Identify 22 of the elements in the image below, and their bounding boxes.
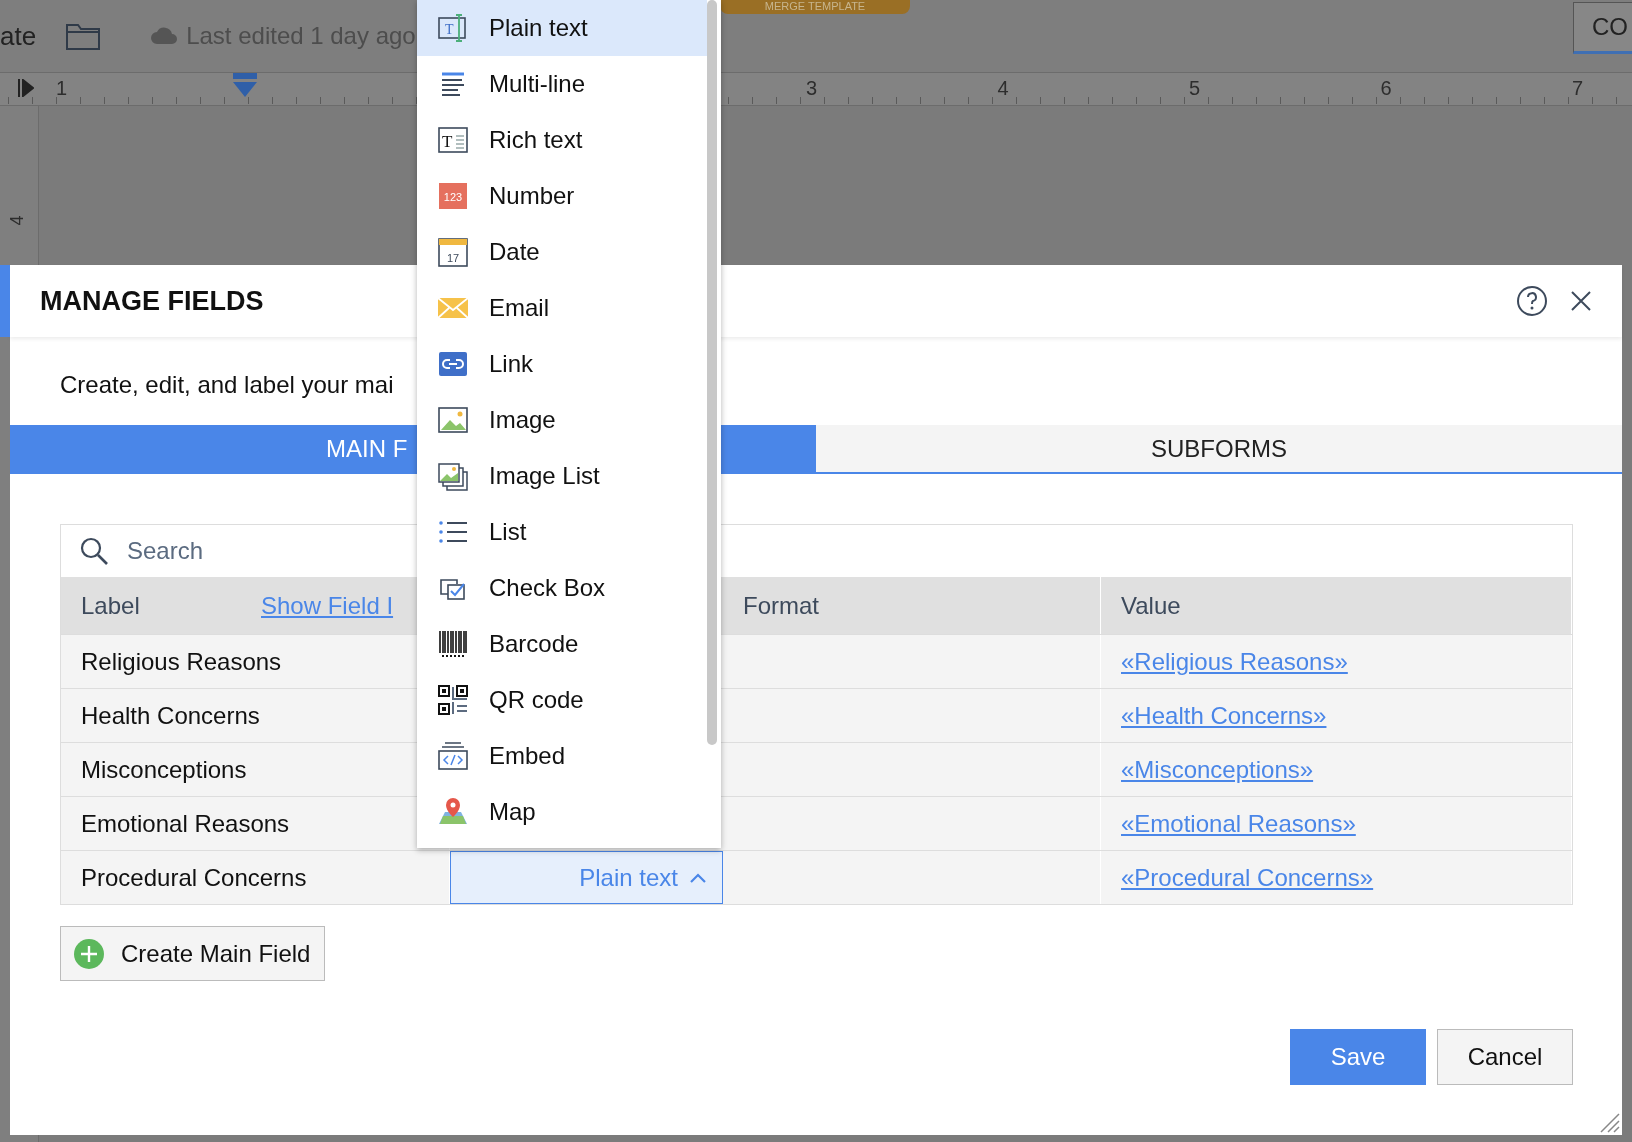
ruler-number: 6 xyxy=(1380,77,1392,100)
number-icon: 123 xyxy=(437,180,469,212)
column-header: Value xyxy=(1121,591,1181,620)
column-header: Format xyxy=(743,591,819,620)
field-label: Misconceptions xyxy=(81,755,247,784)
ruler-number: 7 xyxy=(1572,77,1584,100)
merge-template-badge: MERGE TEMPLATE xyxy=(720,0,910,14)
field-label: Health Concerns xyxy=(81,701,260,730)
field-label: Religious Reasons xyxy=(81,647,282,676)
ruler-number: 1 xyxy=(56,77,68,100)
dialog-description: Create, edit, and label your mai xyxy=(60,371,394,398)
text-document-icon: T xyxy=(437,124,469,156)
ruler-number: 4 xyxy=(997,77,1009,100)
column-header: Label xyxy=(81,591,141,620)
field-label: Emotional Reasons xyxy=(81,809,290,838)
calendar-icon: 17 xyxy=(437,236,469,268)
dialog-title: MANAGE FIELDS xyxy=(40,285,264,317)
document-title: ate xyxy=(0,20,37,52)
field-label: Procedural Concerns xyxy=(81,863,307,892)
ruler-number: 5 xyxy=(1189,77,1201,100)
ruler-number: 3 xyxy=(806,77,818,100)
ruler-number: 4 xyxy=(6,215,28,226)
